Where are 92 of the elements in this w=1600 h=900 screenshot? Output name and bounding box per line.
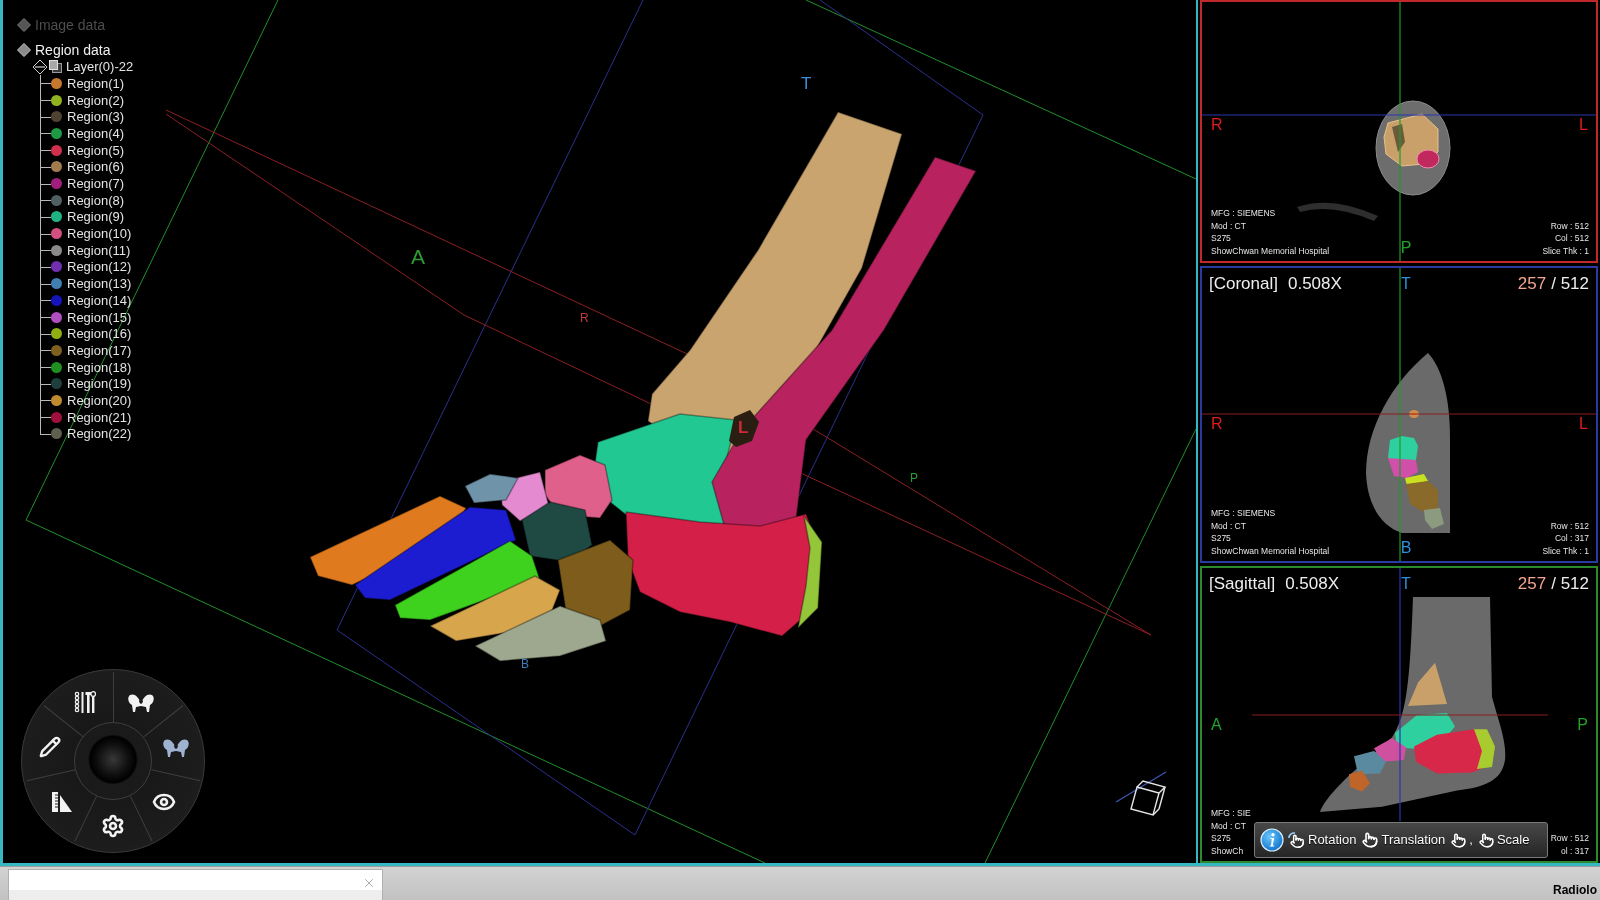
tree-item[interactable]: Region(17) xyxy=(67,342,132,358)
orientation-label: A xyxy=(1211,716,1222,734)
scan-info-text: ShowChwan Memorial Hospital xyxy=(1211,244,1330,257)
tree-item[interactable]: Region data xyxy=(35,42,111,59)
scan-info-text: ShowChwan Memorial Hospital xyxy=(1211,544,1330,557)
scan-info-text: Slice Thk : 1 xyxy=(1542,244,1589,257)
tree-item[interactable]: Region(6) xyxy=(67,159,125,175)
orientation-label: P xyxy=(1400,239,1412,257)
tree-item[interactable]: Region(13) xyxy=(67,276,132,292)
layer-icon xyxy=(49,60,62,74)
tree-item[interactable]: Region(19) xyxy=(67,376,132,392)
gesture-label: Scale xyxy=(1496,832,1530,848)
zoom-level: 0.508X xyxy=(1285,574,1340,594)
slice-number: 257 xyxy=(1517,574,1547,594)
diamond-icon xyxy=(17,18,31,33)
cuneiform-bone xyxy=(521,501,593,563)
scan-info-text: ol : 317 xyxy=(1561,844,1589,857)
axis-label: T xyxy=(801,74,812,93)
scan-info-text: Row : 512 xyxy=(1550,219,1589,233)
slice-total: / 512 xyxy=(1551,574,1589,594)
screws-icon xyxy=(72,690,97,715)
tree-item[interactable]: Region(12) xyxy=(67,259,132,275)
rotating-hand-icon xyxy=(1287,831,1305,849)
axis-label: L xyxy=(738,418,749,437)
scan-info-text: S275 xyxy=(1211,832,1231,845)
tree-item[interactable]: Region(21) xyxy=(67,409,132,425)
slice-number: 257 xyxy=(1517,274,1547,294)
axis-label: A xyxy=(411,245,425,268)
orientation-label: P xyxy=(1577,716,1588,734)
axis-label: P xyxy=(910,471,918,485)
view-title: [Sagittal] xyxy=(1209,574,1276,594)
scan-info-text: Mod : CT xyxy=(1211,819,1246,833)
settings-icon xyxy=(101,814,125,838)
pencil-icon xyxy=(38,735,61,758)
tree-item[interactable]: Region(3) xyxy=(67,109,125,125)
ruler-triangle-icon xyxy=(50,789,75,814)
gesture-label: Rotation xyxy=(1308,832,1357,848)
pointing-hand-icon xyxy=(1478,832,1494,848)
tree-item[interactable]: Layer(0)-22 xyxy=(66,59,134,75)
scan-info-text: MFG : SIEMENS xyxy=(1211,207,1276,220)
tree-item[interactable]: Region(20) xyxy=(67,392,132,408)
scan-info-text: Row : 512 xyxy=(1550,832,1589,845)
orientation-label: L xyxy=(1579,116,1588,134)
tree-item[interactable]: Region(18) xyxy=(67,359,132,375)
tree-item[interactable]: Region(1) xyxy=(67,75,125,91)
tree-item[interactable]: Region(8) xyxy=(67,192,125,208)
orientation-label: B xyxy=(1400,539,1412,557)
scan-info-text: ShowCh xyxy=(1211,844,1244,857)
scan-info-text: MFG : SIEMENS xyxy=(1211,507,1276,520)
tree-item[interactable]: Region(10) xyxy=(67,226,132,242)
tree-item[interactable]: Region(15) xyxy=(67,309,132,325)
segment-divider-line xyxy=(112,672,114,722)
orientation-cube-icon xyxy=(1115,771,1167,816)
scan-info-text: Slice Thk : 1 xyxy=(1542,544,1589,557)
slice-total: / 512 xyxy=(1551,274,1589,294)
zoom-level: 0.508X xyxy=(1288,274,1342,294)
tree-item[interactable]: Region(16) xyxy=(67,326,132,342)
axis-label: B xyxy=(521,657,529,671)
tree-item[interactable]: Region(7) xyxy=(67,176,125,192)
bone-fracture-crack xyxy=(729,410,759,447)
axis-label: R xyxy=(580,311,589,325)
close-icon xyxy=(362,876,376,890)
tree-item[interactable]: Region(2) xyxy=(67,92,125,108)
scan-info-text: S275 xyxy=(1211,232,1231,245)
scan-info-text: Row : 512 xyxy=(1550,519,1589,533)
status-text: Radiolo xyxy=(1553,883,1597,897)
orientation-label: T xyxy=(1401,575,1411,593)
tree-item[interactable]: Region(14) xyxy=(67,292,132,308)
orientation-label: R xyxy=(1211,415,1223,433)
tree-item[interactable]: Region(5) xyxy=(67,142,125,158)
view-title: [Coronal] xyxy=(1209,274,1278,294)
scan-info-text: Col : 512 xyxy=(1554,232,1589,245)
orientation-label: R xyxy=(1211,116,1223,134)
scan-info-text: S275 xyxy=(1211,532,1231,545)
pointing-hand-icon xyxy=(1362,832,1379,848)
gesture-label: Translation xyxy=(1381,832,1446,848)
scan-info-text: Mod : CT xyxy=(1211,519,1246,533)
info-icon xyxy=(1260,828,1284,852)
tree-item[interactable]: Region(4) xyxy=(67,125,125,141)
orientation-label: L xyxy=(1579,415,1588,433)
scan-info-text: MFG : SIE xyxy=(1211,807,1251,820)
tree-item[interactable]: Region(11) xyxy=(67,242,131,258)
scan-info-text: Mod : CT xyxy=(1211,219,1246,233)
expander-icon[interactable] xyxy=(32,58,48,75)
scan-info-text: Col : 317 xyxy=(1554,532,1589,545)
orientation-label: T xyxy=(1401,275,1411,293)
tree-item[interactable]: Region(9) xyxy=(67,209,125,225)
diamond-icon xyxy=(17,43,31,58)
pointing-hand-icon xyxy=(1451,832,1467,848)
tree-item[interactable]: Region(22) xyxy=(67,426,132,442)
comma-separator: , xyxy=(1469,832,1473,848)
navicular-bone xyxy=(544,454,613,519)
